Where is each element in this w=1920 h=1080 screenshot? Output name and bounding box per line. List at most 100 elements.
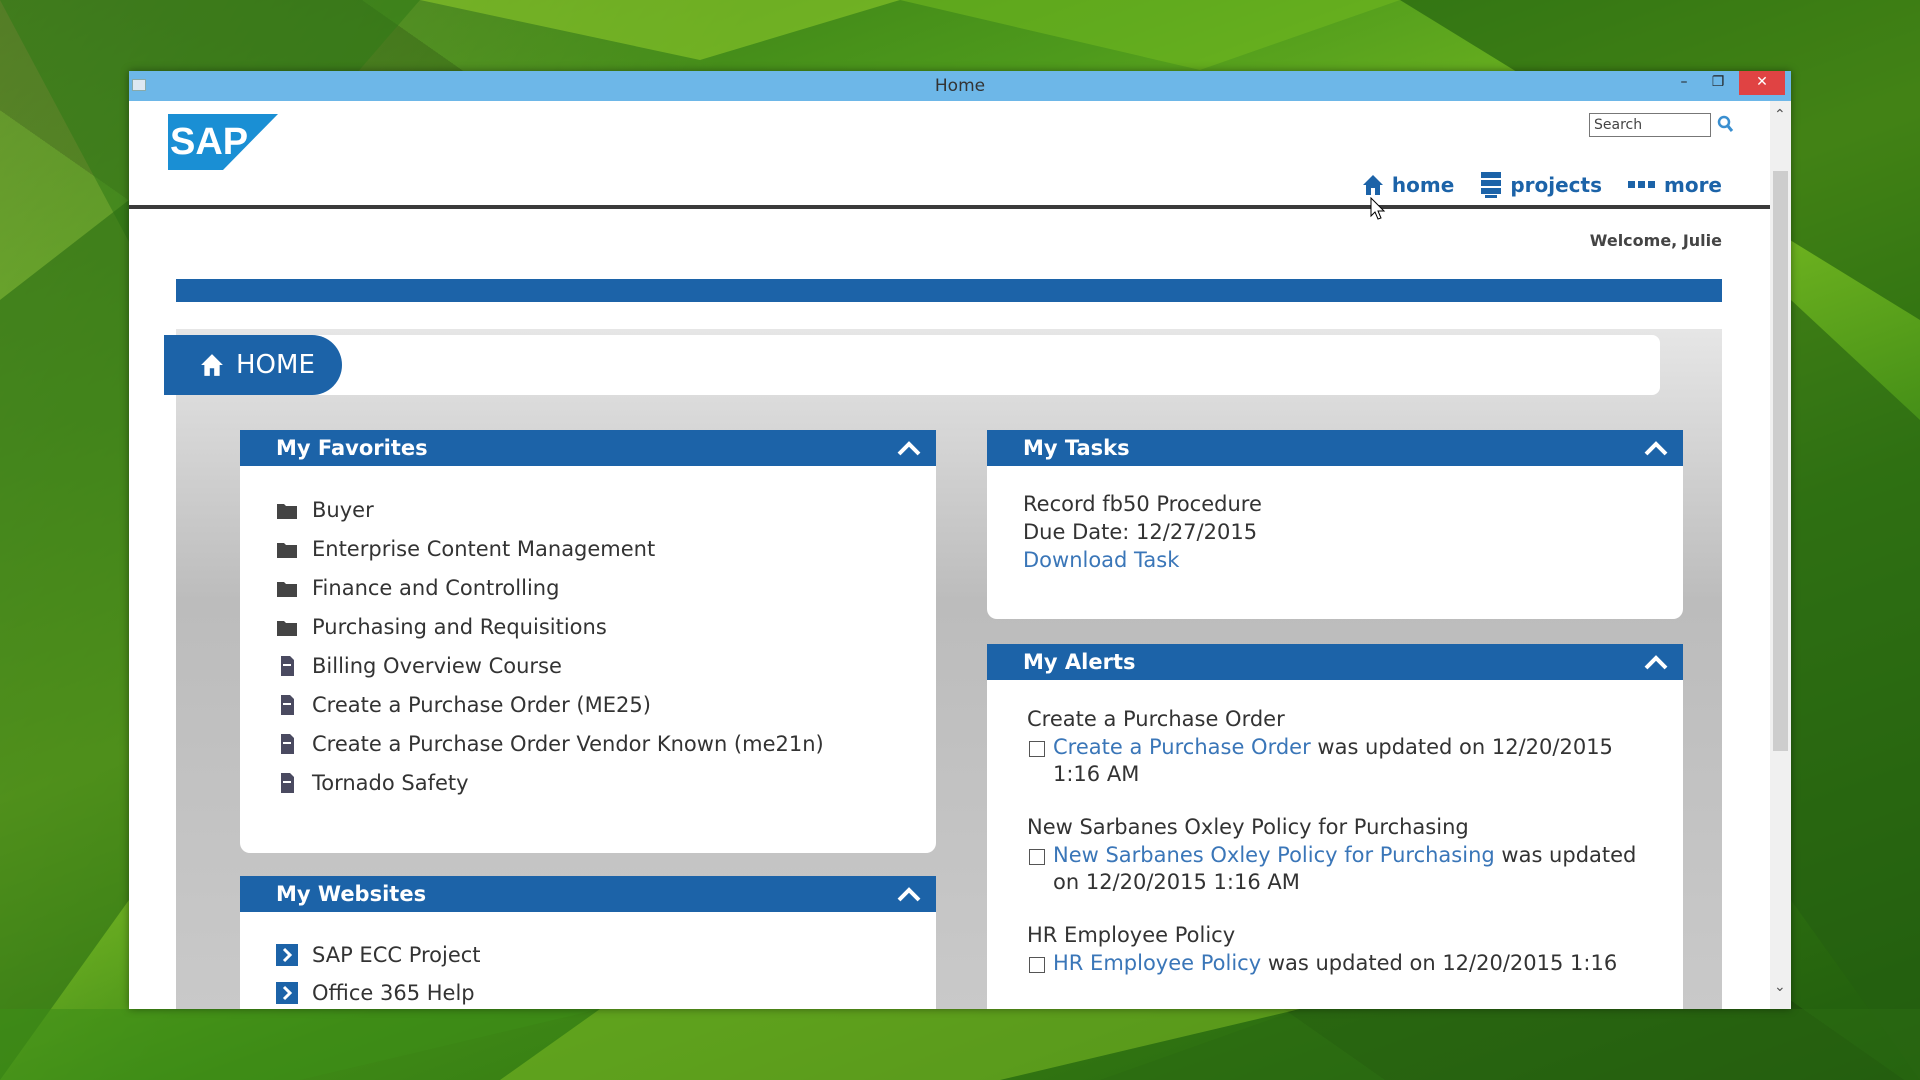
- list-item[interactable]: Create a Purchase Order (ME25): [276, 685, 900, 724]
- alert-item: HR Employee Policy HR Employee Policy wa…: [1023, 920, 1647, 977]
- nav-projects[interactable]: projects: [1480, 171, 1602, 199]
- task-name: Record fb50 Procedure: [1023, 492, 1262, 516]
- favorites-panel: My Favorites Buyer Enterprise Content Ma…: [240, 430, 936, 853]
- list-item[interactable]: Office 365 Help: [276, 974, 900, 1009]
- download-task-link[interactable]: Download Task: [1023, 546, 1647, 574]
- alerts-panel: My Alerts Create a Purchase Order Create…: [987, 644, 1683, 1009]
- scrollbar-thumb[interactable]: [1773, 171, 1788, 751]
- favorite-label: Billing Overview Course: [312, 653, 562, 678]
- alert-detail: New Sarbanes Oxley Policy for Purchasing…: [1023, 842, 1647, 896]
- favorite-label: Tornado Safety: [312, 770, 469, 795]
- alerts-body: Create a Purchase Order Create a Purchas…: [987, 680, 1683, 1009]
- favorites-list: Buyer Enterprise Content Management Fina…: [276, 490, 900, 802]
- tasks-body: Record fb50 Procedure Due Date: 12/27/20…: [987, 466, 1683, 598]
- list-item[interactable]: Purchasing and Requisitions: [276, 607, 900, 646]
- favorite-label: Purchasing and Requisitions: [312, 614, 607, 639]
- websites-header: My Websites: [240, 876, 936, 912]
- websites-panel: My Websites SAP ECC Project Office 365 H…: [240, 876, 936, 1009]
- folder-icon: [277, 620, 297, 636]
- list-item[interactable]: Billing Overview Course: [276, 646, 900, 685]
- document-icon: [281, 655, 294, 676]
- alert-link[interactable]: New Sarbanes Oxley Policy for Purchasing: [1053, 843, 1495, 867]
- folder-icon: [277, 542, 297, 558]
- home-icon: [1362, 175, 1383, 195]
- maximize-button[interactable]: ❐: [1701, 71, 1735, 95]
- banner-bar: [176, 279, 1722, 302]
- folder-icon: [277, 581, 297, 597]
- alert-link[interactable]: Create a Purchase Order: [1053, 735, 1311, 759]
- website-label: Office 365 Help: [312, 981, 475, 1005]
- projects-icon: [1481, 172, 1502, 198]
- list-item[interactable]: Tornado Safety: [276, 763, 900, 802]
- svg-text:SAP: SAP: [170, 121, 248, 163]
- document-icon: [281, 733, 294, 754]
- chevron-up-icon[interactable]: [1643, 437, 1669, 459]
- alert-checkbox[interactable]: [1029, 849, 1045, 865]
- arrow-link-icon: [276, 982, 298, 1004]
- vertical-scrollbar[interactable]: ⌃ ⌄: [1770, 101, 1791, 1009]
- alert-item: Create a Purchase Order Create a Purchas…: [1023, 704, 1647, 788]
- favorite-label: Create a Purchase Order (ME25): [312, 692, 651, 717]
- alert-text: New Sarbanes Oxley Policy for Purchasing…: [1053, 842, 1647, 896]
- alert-title: HR Employee Policy: [1027, 923, 1236, 947]
- website-label: SAP ECC Project: [312, 943, 481, 967]
- favorite-label: Finance and Controlling: [312, 575, 560, 600]
- alert-text: HR Employee Policy was updated on 12/20/…: [1053, 950, 1647, 977]
- tasks-title: My Tasks: [1023, 436, 1130, 460]
- tasks-panel: My Tasks Record fb50 Procedure Due Date:…: [987, 430, 1683, 619]
- favorite-label: Buyer: [312, 497, 374, 522]
- list-item[interactable]: Create a Purchase Order Vendor Known (me…: [276, 724, 900, 763]
- websites-title: My Websites: [276, 882, 427, 906]
- page-title: HOME: [236, 350, 315, 380]
- portal-header: SAP home projects: [129, 101, 1770, 209]
- search-icon[interactable]: [1716, 114, 1734, 134]
- chevron-up-icon[interactable]: [1643, 651, 1669, 673]
- search-input[interactable]: [1589, 113, 1711, 137]
- nav-home-label: home: [1391, 173, 1455, 197]
- tasks-header: My Tasks: [987, 430, 1683, 466]
- alert-detail: HR Employee Policy was updated on 12/20/…: [1023, 950, 1647, 977]
- list-item[interactable]: Finance and Controlling: [276, 568, 900, 607]
- window-title: Home: [934, 76, 986, 96]
- websites-body: SAP ECC Project Office 365 Help: [240, 912, 936, 1009]
- minimize-button[interactable]: –: [1667, 71, 1701, 95]
- scroll-up-icon[interactable]: ⌃: [1774, 107, 1786, 123]
- chevron-up-icon[interactable]: [896, 883, 922, 905]
- favorites-title: My Favorites: [276, 436, 428, 460]
- dashboard-area: HOME My Favorites Buyer Enterprise Conte…: [164, 329, 1722, 1009]
- sap-logo[interactable]: SAP: [168, 114, 278, 170]
- favorites-body: Buyer Enterprise Content Management Fina…: [240, 466, 936, 826]
- welcome-text: Welcome, Julie: [1589, 231, 1722, 250]
- arrow-link-icon: [276, 944, 298, 966]
- alerts-title: My Alerts: [1023, 650, 1136, 674]
- home-page-tab[interactable]: HOME: [164, 335, 342, 395]
- alert-link[interactable]: HR Employee Policy: [1053, 951, 1261, 975]
- list-item[interactable]: Buyer: [276, 490, 900, 529]
- title-bar: Home – ❐ ✕: [129, 71, 1791, 101]
- mouse-cursor-icon: [1370, 197, 1386, 220]
- close-button[interactable]: ✕: [1739, 71, 1785, 95]
- alert-checkbox[interactable]: [1029, 957, 1045, 973]
- alert-detail: Create a Purchase Order was updated on 1…: [1023, 734, 1647, 788]
- alert-updated-text: was updated on 12/20/2015 1:16: [1261, 951, 1618, 975]
- alert-checkbox[interactable]: [1029, 741, 1045, 757]
- folder-icon: [277, 503, 297, 519]
- scroll-down-icon[interactable]: ⌄: [1774, 979, 1786, 995]
- favorite-label: Create a Purchase Order Vendor Known (me…: [312, 731, 824, 756]
- alert-text: Create a Purchase Order was updated on 1…: [1053, 734, 1647, 788]
- nav-home[interactable]: home: [1362, 171, 1454, 199]
- alert-item: New Sarbanes Oxley Policy for Purchasing…: [1023, 812, 1647, 896]
- favorites-header: My Favorites: [240, 430, 936, 466]
- list-item[interactable]: Enterprise Content Management: [276, 529, 900, 568]
- task-due-date: Due Date: 12/27/2015: [1023, 520, 1258, 544]
- websites-list: SAP ECC Project Office 365 Help: [276, 936, 900, 1009]
- page-title-strip: [176, 335, 1660, 395]
- list-item[interactable]: SAP ECC Project: [276, 936, 900, 974]
- top-navigation: home projects more: [1362, 171, 1722, 199]
- alerts-header: My Alerts: [987, 644, 1683, 680]
- document-icon: [281, 772, 294, 793]
- alert-title: New Sarbanes Oxley Policy for Purchasing: [1027, 815, 1469, 839]
- chevron-up-icon[interactable]: [896, 437, 922, 459]
- nav-more[interactable]: more: [1627, 171, 1722, 199]
- browser-window: Home – ❐ ✕ SAP home: [129, 71, 1791, 1009]
